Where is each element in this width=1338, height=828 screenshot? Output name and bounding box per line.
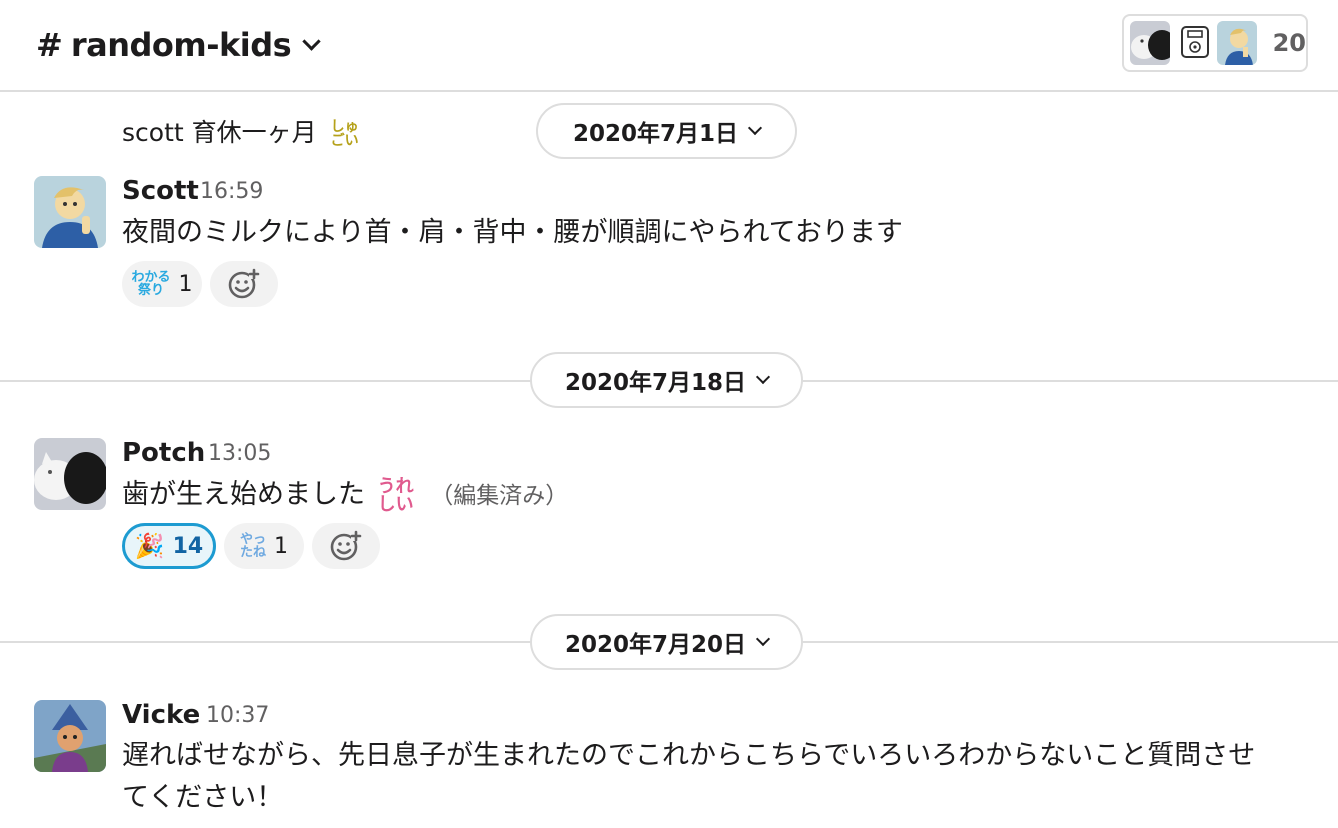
date-divider-pill[interactable]: 2020年7月20日 [530,614,803,670]
message-text-line-1: 遅ればせながら、先日息子が生まれたのでこれからこちらでいろいろわからないこと質問… [122,740,1256,771]
message-text: 夜間のミルクにより首・肩・背中・腰が順調にやられております [122,217,903,248]
avatar[interactable] [34,438,106,510]
message-text: 歯が生え始めました [122,479,365,510]
chevron-down-icon [302,31,321,51]
add-reaction-button[interactable] [312,523,380,569]
channel-title-button[interactable]: # random-kids [36,22,321,68]
avatar[interactable] [34,700,106,772]
date-divider-pill[interactable]: 2020年7月18日 [530,352,803,408]
message-time[interactable]: 10:37 [206,703,269,728]
chevron-down-icon [747,120,763,136]
message-text-line-2: てください！ [122,782,284,813]
member-avatar-vaultboy [1217,21,1257,65]
date-divider-pill[interactable]: 2020年7月1日 [536,103,797,159]
message-time[interactable]: 16:59 [200,179,263,204]
shugoi-emoji-icon: しゅ ごい [330,119,359,149]
channel-hash: # [36,26,63,64]
party-popper-icon: 🎉 [134,532,165,560]
wakaru-matsuri-emoji-icon: わかる 祭り [131,270,171,298]
author-name[interactable]: Potch [122,438,205,468]
author-name[interactable]: Vicke [122,700,200,730]
message-text-line: 歯が生え始めました うれ しい （編集済み） [122,474,568,517]
channel-name: random-kids [70,26,292,64]
yattane-emoji-icon: やっ たね [239,532,266,560]
message-time[interactable]: 13:05 [208,441,271,466]
reaction-tada[interactable]: 🎉 14 [122,523,216,569]
channel-header: # random-kids 20 [0,0,1338,92]
member-avatar-cat [1130,21,1170,65]
topic-text: scott 育休一ヶ月 [122,118,317,147]
ureshii-emoji-icon: うれ しい [377,475,414,515]
reaction-count: 1 [274,533,288,559]
reaction-count: 1 [178,271,193,297]
avatar[interactable] [34,176,106,248]
add-reaction-icon [330,530,362,561]
member-count: 20 [1272,29,1306,57]
reaction-wakaru-matsuri[interactable]: わかる 祭り 1 [122,261,202,307]
author-name[interactable]: Scott [122,176,199,206]
edited-label: （編集済み） [430,483,569,509]
date-label: 2020年7月20日 [564,632,747,658]
reaction-count: 14 [172,533,204,559]
member-list-button[interactable]: 20 [1122,14,1308,72]
member-avatar-radio [1173,21,1214,65]
date-label: 2020年7月18日 [564,370,747,396]
channel-topic-message: scott 育休一ヶ月 しゅ ごい [122,112,359,153]
chevron-down-icon [755,369,771,385]
reaction-yattane[interactable]: やっ たね 1 [224,523,304,569]
add-reaction-button[interactable] [210,261,278,307]
date-label: 2020年7月1日 [572,121,739,147]
chevron-down-icon [755,631,771,647]
add-reaction-icon [228,268,260,299]
